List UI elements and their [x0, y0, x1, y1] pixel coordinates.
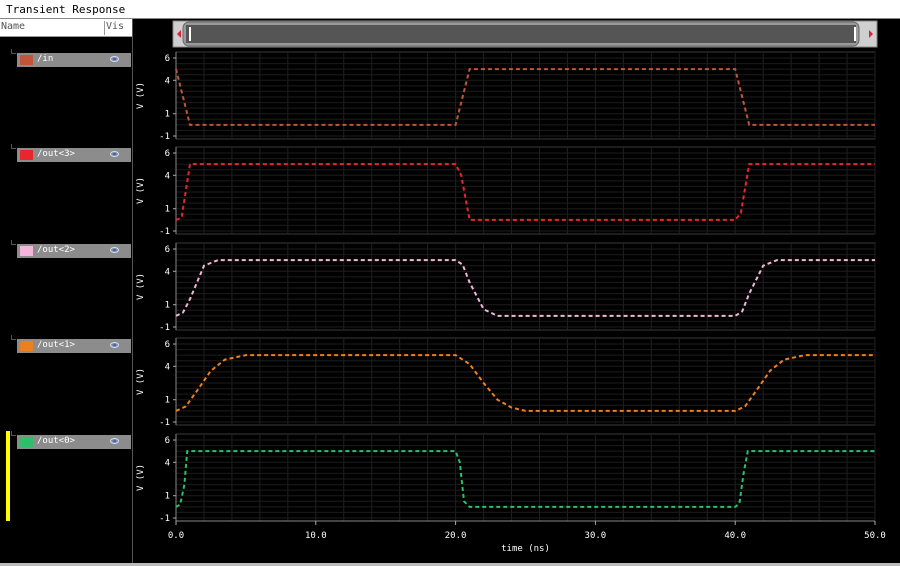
y-tick-label: 6: [165, 340, 170, 350]
y-axis-label: V (V): [136, 464, 146, 491]
y-tick-label: 4: [165, 362, 170, 372]
waveform-panel: 6 4 1 -1 V (V): [136, 51, 876, 142]
y-tick-label: -1: [159, 323, 170, 333]
panel-frame: [175, 242, 876, 331]
timeline-overview-scrollbar[interactable]: [172, 20, 878, 48]
waveform-panel: 6 4 1 -1 V (V): [136, 337, 876, 428]
x-axis-label: time (ns): [501, 544, 550, 554]
x-tick-label: 0.0: [168, 531, 184, 541]
panel-frame: [175, 337, 876, 426]
y-tick-label: -1: [159, 514, 170, 524]
panel-frame: [175, 51, 876, 140]
y-axis-label: V (V): [136, 82, 146, 109]
y-tick-label: 6: [165, 436, 170, 446]
y-tick-label: 1: [165, 396, 170, 406]
x-tick-label: 40.0: [724, 531, 746, 541]
y-tick-label: 6: [165, 54, 170, 64]
panel-frame: [175, 433, 876, 522]
y-tick-label: 4: [165, 171, 170, 181]
selection-indicator: [6, 431, 10, 521]
y-tick-label: 1: [165, 492, 170, 502]
y-tick-label: -1: [159, 227, 170, 237]
y-axis-label: V (V): [136, 273, 146, 300]
y-tick-label: 6: [165, 245, 170, 255]
y-tick-label: 1: [165, 205, 170, 215]
x-tick-label: 20.0: [445, 531, 467, 541]
x-axis: 0.0 10.0 20.0 30.0 40.0 50.0 time (ns): [168, 520, 886, 554]
y-tick-label: 4: [165, 76, 170, 86]
waveform-panel: 6 4 1 -1 V (V): [136, 433, 876, 524]
transient-response-window: Transient Response Name Vis /in/out<3>/o…: [0, 0, 900, 566]
scroll-grip-left: [189, 27, 191, 41]
y-tick-label: -1: [159, 132, 170, 142]
panel-frame: [175, 146, 876, 235]
waveform-plot-area: 6 4 1 -1 V (V) 6 4 1 -1 V (V) 6 4 1 -1 V (V) 6 4 1 -1 V (V)…: [136, 20, 886, 554]
x-tick-label: 50.0: [864, 531, 886, 541]
y-tick-label: 1: [165, 110, 170, 120]
y-tick-label: 6: [165, 149, 170, 159]
y-tick-label: 4: [165, 267, 170, 277]
waveform-panel: 6 4 1 -1 V (V): [136, 242, 876, 333]
y-tick-label: -1: [159, 418, 170, 428]
y-axis-label: V (V): [136, 177, 146, 204]
x-tick-label: 10.0: [305, 531, 327, 541]
overview-window: [186, 25, 856, 43]
x-tick-label: 30.0: [585, 531, 607, 541]
waveform-panel: 6 4 1 -1 V (V): [136, 146, 876, 237]
y-axis-label: V (V): [136, 368, 146, 395]
y-tick-label: 1: [165, 301, 170, 311]
y-tick-label: 4: [165, 458, 170, 468]
scroll-grip-right: [854, 27, 856, 41]
